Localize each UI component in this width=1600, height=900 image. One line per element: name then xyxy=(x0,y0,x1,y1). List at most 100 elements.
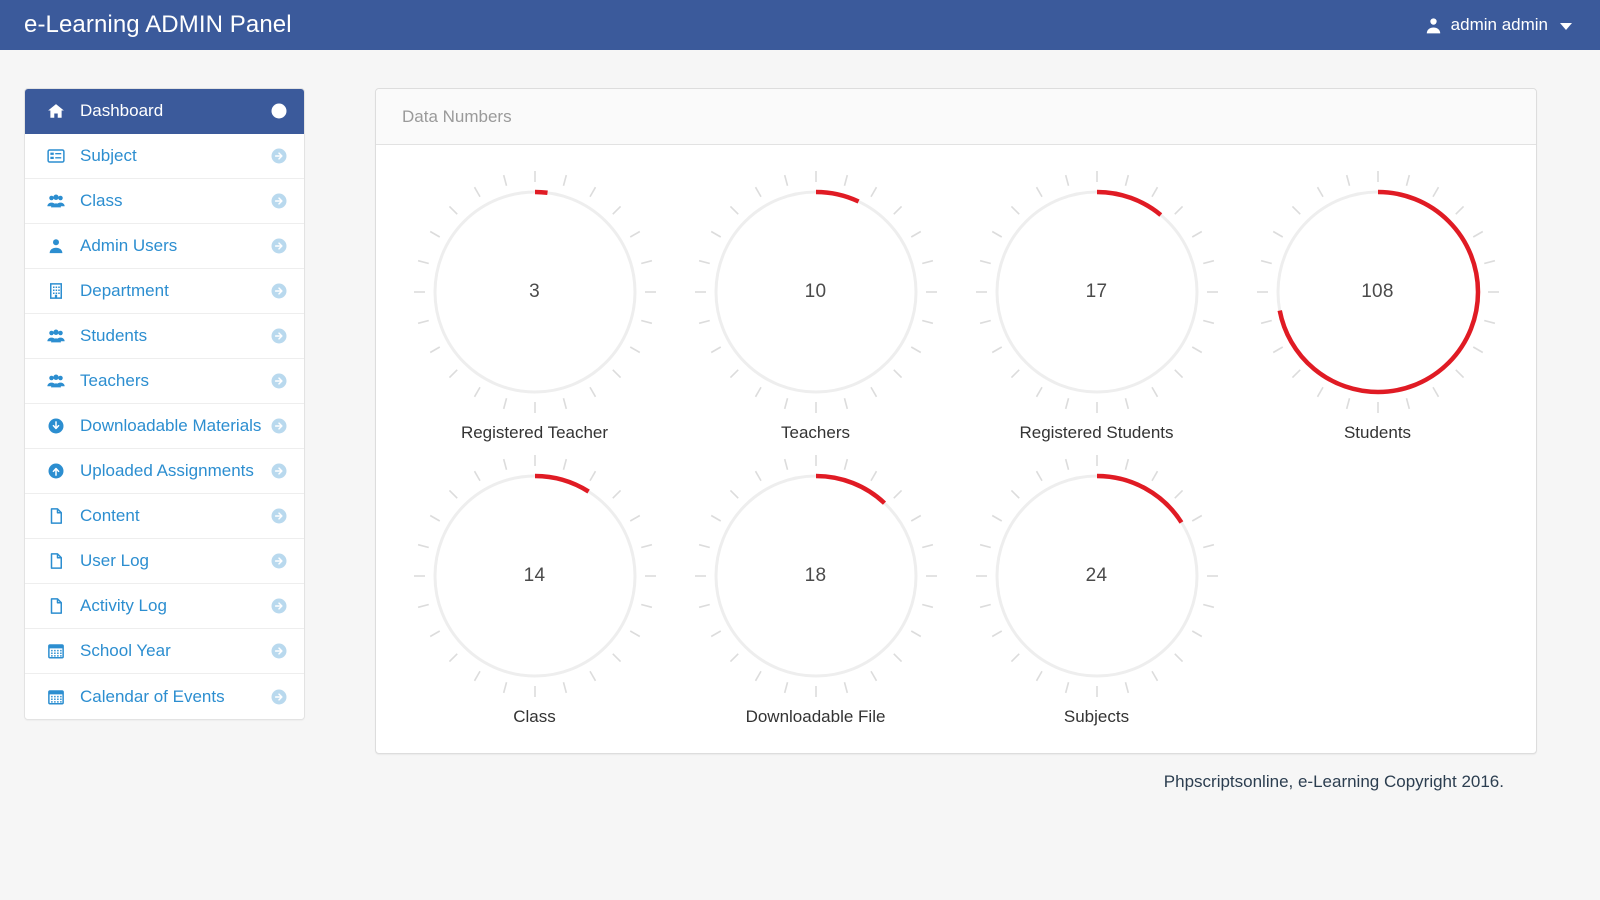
gauge-label: Registered Teacher xyxy=(460,423,609,442)
arrow-right-circle-icon[interactable] xyxy=(270,417,288,435)
sidebar-item-admin-users[interactable]: Admin Users xyxy=(25,224,304,269)
gauge-value: 14 xyxy=(523,565,546,586)
arrow-up-circle-icon xyxy=(47,462,69,480)
calendar-icon xyxy=(47,688,69,706)
arrow-right-circle-icon[interactable] xyxy=(270,642,288,660)
sidebar-item-label: Admin Users xyxy=(80,236,178,255)
gauge-downloadable-file: 18 Downloadable File xyxy=(675,443,956,727)
sidebar-item-class[interactable]: Class xyxy=(25,179,304,224)
sidebar-item-teachers[interactable]: Teachers xyxy=(25,359,304,404)
sidebar-item-content[interactable]: Content xyxy=(25,494,304,539)
top-navbar: e-Learning ADMIN Panel admin admin xyxy=(0,0,1600,50)
sidebar-item-label: Activity Log xyxy=(80,596,167,615)
sidebar-item-students[interactable]: Students xyxy=(25,314,304,359)
calendar-icon xyxy=(47,642,69,660)
sidebar-item-label: Students xyxy=(80,326,148,345)
gauge-dial: 108 xyxy=(1253,167,1503,417)
sidebar-item-calendar-of-events[interactable]: Calendar of Events xyxy=(25,674,304,719)
user-menu-label: admin admin xyxy=(1450,15,1548,34)
panel-title: Data Numbers xyxy=(402,106,512,126)
gauge-label: Subjects xyxy=(1063,707,1130,726)
panel-body: 3 Registered Teacher 10 Teachers 17 Registere… xyxy=(376,145,1536,753)
gauge-row-bottom: 14 Class 18 Downloadable File 24 Subjects xyxy=(394,443,1518,727)
gauge-dial: 24 xyxy=(972,451,1222,701)
sidebar-item-label: Class xyxy=(80,191,123,210)
gauge-dial: 14 xyxy=(410,451,660,701)
sidebar-item-label: Content xyxy=(80,506,140,525)
gauge-row-top: 3 Registered Teacher 10 Teachers 17 Registere… xyxy=(394,159,1518,443)
sidebar-item-label: Dashboard xyxy=(80,101,164,120)
sidebar-item-label: Downloadable Materials xyxy=(80,416,262,435)
gauge-subjects: 24 Subjects xyxy=(956,443,1237,727)
gauge-registered-teacher: 3 Registered Teacher xyxy=(394,159,675,443)
gauge-value: 24 xyxy=(1085,565,1108,586)
footer-copyright: Phpscriptsonline, e-Learning Copyright 2… xyxy=(1163,772,1504,791)
gauge-label: Registered Students xyxy=(1019,423,1174,442)
gauge-label: Downloadable File xyxy=(745,707,886,726)
arrow-right-circle-icon[interactable] xyxy=(270,102,288,120)
caret-down-icon xyxy=(1560,22,1572,30)
main-column: Data Numbers 3 Registered Teacher 10 Teache… xyxy=(375,88,1600,754)
arrow-right-circle-icon[interactable] xyxy=(270,597,288,615)
gauge-label: Students xyxy=(1343,423,1412,442)
gauge-class: 14 Class xyxy=(394,443,675,727)
file-icon xyxy=(47,597,69,615)
sidebar-item-label: Calendar of Events xyxy=(80,686,225,706)
group-icon xyxy=(47,192,69,210)
sidebar-item-school-year[interactable]: School Year xyxy=(25,629,304,674)
sidebar-item-user-log[interactable]: User Log xyxy=(25,539,304,584)
sidebar-nav: Dashboard Subject Class Admin Users Departme… xyxy=(24,88,305,720)
home-icon xyxy=(47,102,69,120)
group-icon xyxy=(47,372,69,390)
sidebar-item-department[interactable]: Department xyxy=(25,269,304,314)
sidebar-item-label: User Log xyxy=(80,551,149,570)
arrow-right-circle-icon[interactable] xyxy=(270,552,288,570)
sidebar-item-downloadable-materials[interactable]: Downloadable Materials xyxy=(25,404,304,449)
sidebar-item-label: Department xyxy=(80,281,169,300)
sidebar-item-label: Uploaded Assignments xyxy=(80,461,254,480)
gauge-value: 17 xyxy=(1085,281,1108,302)
gauge-dial: 18 xyxy=(691,451,941,701)
arrow-right-circle-icon[interactable] xyxy=(270,372,288,390)
sidebar-item-uploaded-assignments[interactable]: Uploaded Assignments xyxy=(25,449,304,494)
list-alt-icon xyxy=(47,147,69,165)
gauge-dial: 3 xyxy=(410,167,660,417)
arrow-right-circle-icon[interactable] xyxy=(270,462,288,480)
arrow-right-circle-icon[interactable] xyxy=(270,147,288,165)
sidebar-item-label: School Year xyxy=(80,641,171,660)
gauge-dial: 10 xyxy=(691,167,941,417)
gauge-label: Class xyxy=(513,707,556,726)
arrow-right-circle-icon[interactable] xyxy=(270,507,288,525)
gauge-registered-students: 17 Registered Students xyxy=(956,159,1237,443)
file-icon xyxy=(47,552,69,570)
page-content: Dashboard Subject Class Admin Users Departme… xyxy=(0,50,1600,754)
sidebar-item-activity-log[interactable]: Activity Log xyxy=(25,584,304,629)
panel-header: Data Numbers xyxy=(376,89,1536,145)
data-numbers-panel: Data Numbers 3 Registered Teacher 10 Teache… xyxy=(375,88,1537,754)
gauge-students: 108 Students xyxy=(1237,159,1518,443)
sidebar-item-label: Teachers xyxy=(80,371,149,390)
user-icon xyxy=(47,237,69,255)
arrow-right-circle-icon[interactable] xyxy=(270,237,288,255)
arrow-down-circle-icon xyxy=(47,417,69,435)
file-icon xyxy=(47,507,69,525)
gauge-value: 3 xyxy=(529,281,540,302)
gauge-value: 18 xyxy=(804,565,827,586)
arrow-right-circle-icon[interactable] xyxy=(270,192,288,210)
footer: Phpscriptsonline, e-Learning Copyright 2… xyxy=(0,754,1600,792)
gauge-value: 10 xyxy=(804,281,827,302)
group-icon xyxy=(47,327,69,345)
gauge-value: 108 xyxy=(1361,281,1394,302)
sidebar-item-label: Subject xyxy=(80,146,137,165)
user-icon xyxy=(1424,16,1443,35)
app-brand-title: e-Learning ADMIN Panel xyxy=(24,11,292,38)
gauge-dial: 17 xyxy=(972,167,1222,417)
sidebar-item-subject[interactable]: Subject xyxy=(25,134,304,179)
arrow-right-circle-icon[interactable] xyxy=(270,327,288,345)
arrow-right-circle-icon[interactable] xyxy=(270,688,288,706)
sidebar-item-dashboard[interactable]: Dashboard xyxy=(25,89,304,134)
gauge-teachers: 10 Teachers xyxy=(675,159,956,443)
user-menu[interactable]: admin admin xyxy=(1418,11,1578,39)
building-icon xyxy=(47,282,69,300)
arrow-right-circle-icon[interactable] xyxy=(270,282,288,300)
